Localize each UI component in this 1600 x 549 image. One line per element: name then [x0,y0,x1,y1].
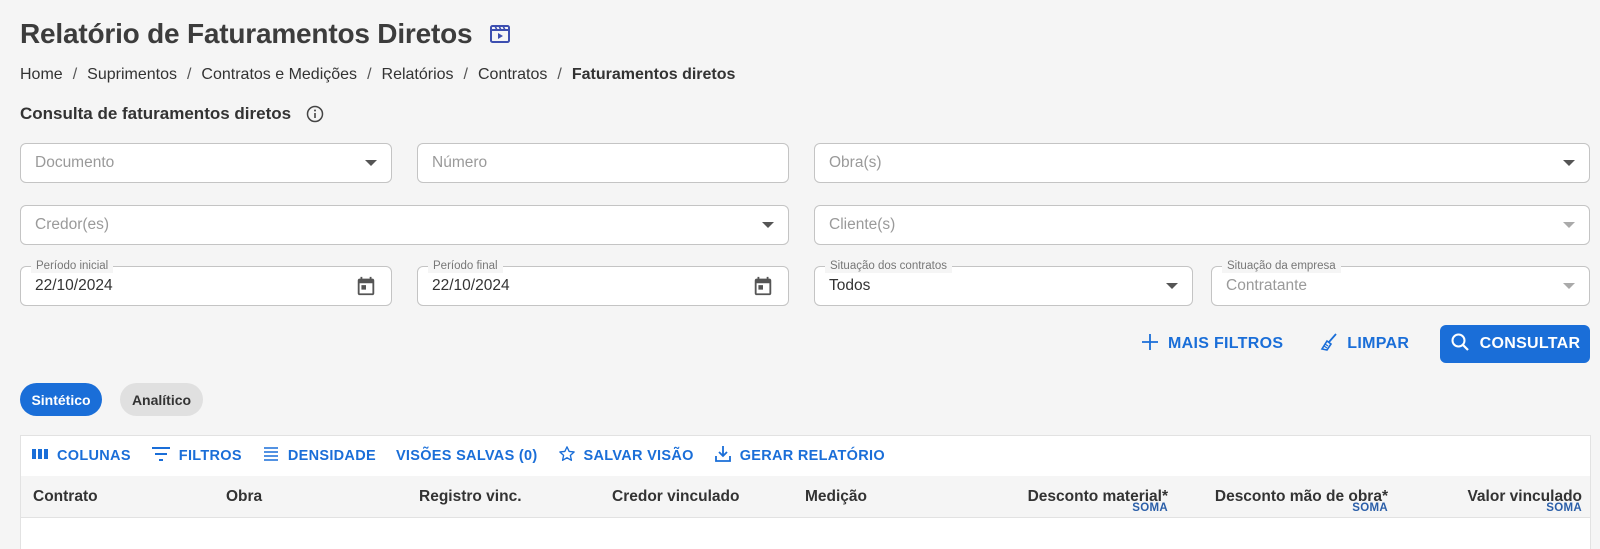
filter-icon [151,445,171,467]
info-icon[interactable] [305,104,325,124]
chevron-down-icon [762,222,774,228]
column-header-obra[interactable]: Obra [226,476,262,518]
credores-placeholder: Credor(es) [35,216,110,233]
periodo-inicial-date[interactable]: Período inicial 22/10/2024 [20,259,392,306]
situacao-contratos-value: Todos [829,277,871,294]
breadcrumb-current: Faturamentos diretos [571,66,736,83]
calendar-icon[interactable] [752,275,774,297]
aggregate-soma-label: SOMA [1352,502,1388,514]
breadcrumb-separator: / [367,66,372,83]
aggregate-soma-label: SOMA [1546,502,1582,514]
column-header-credor-vinculado[interactable]: Credor vinculado [612,476,739,518]
limpar-label: LIMPAR [1347,335,1410,352]
situacao-contratos-select[interactable]: Situação dos contratos Todos [814,259,1193,306]
periodo-final-label: Período final [428,259,503,273]
documento-select[interactable]: Documento [20,143,392,183]
star-icon [558,445,576,467]
tab-sintetico[interactable]: Sintético [20,383,102,416]
breadcrumb-separator: / [72,66,78,83]
breadcrumb-contratos[interactable]: Contratos [478,66,547,84]
periodo-inicial-label: Período inicial [31,259,114,273]
tab-analitico[interactable]: Analítico [120,383,203,416]
situacao-empresa-label: Situação da empresa [1222,259,1341,273]
periodo-final-value: 22/10/2024 [432,277,510,294]
page-header: Relatório de Faturamentos Diretos [20,18,512,50]
limpar-button[interactable]: LIMPAR [1319,332,1409,357]
section-title-text: Consulta de faturamentos diretos [20,104,292,123]
breadcrumb: Home / Suprimentos / Contratos e Mediçõe… [20,66,735,84]
broom-icon [1319,332,1339,357]
table-header: Contrato Obra Registro vinc. Credor vinc… [21,476,1590,518]
column-header-registro-vinc[interactable]: Registro vinc. [419,476,522,518]
obras-select[interactable]: Obra(s) [814,143,1590,183]
mais-filtros-label: MAIS FILTROS [1168,335,1284,352]
colunas-button[interactable]: COLUNAS [31,445,131,467]
breadcrumb-relatorios[interactable]: Relatórios [382,66,454,84]
column-header-desconto-mao-de-obra[interactable]: Desconto mão de obra* SOMA [1171,476,1388,518]
gerar-relatorio-button[interactable]: GERAR RELATÓRIO [714,445,885,467]
breadcrumb-home[interactable]: Home [20,66,63,84]
consultar-label: CONSULTAR [1479,335,1581,352]
densidade-button[interactable]: DENSIDADE [262,445,376,467]
visoes-salvas-button[interactable]: VISÕES SALVAS (0) [396,448,538,464]
periodo-inicial-value: 22/10/2024 [35,277,113,294]
chevron-down-icon [1563,160,1575,166]
periodo-final-date[interactable]: Período final 22/10/2024 [417,259,789,306]
chevron-down-icon [1563,283,1575,289]
credores-select[interactable]: Credor(es) [20,205,789,245]
breadcrumb-contratos-medicoes[interactable]: Contratos e Medições [201,66,357,84]
visoes-salvas-label: VISÕES SALVAS (0) [395,448,538,464]
clientes-select[interactable]: Cliente(s) [814,205,1590,245]
grid-toolbar: COLUNAS FILTROS DENSIDADE VISÕES SALVAS … [21,436,1590,476]
density-icon [262,445,280,467]
video-tutorial-icon[interactable] [488,22,512,46]
page-title: Relatório de Faturamentos Diretos [20,18,473,49]
column-header-valor-vinculado[interactable]: Valor vinculado SOMA [1401,476,1582,518]
search-icon [1450,332,1470,357]
clientes-placeholder: Cliente(s) [829,216,896,233]
aggregate-soma-label: SOMA [1132,502,1168,514]
situacao-empresa-select[interactable]: Situação da empresa Contratante [1211,259,1590,306]
column-header-medicao[interactable]: Medição [805,476,867,518]
mais-filtros-button[interactable]: MAIS FILTROS [1140,332,1283,357]
chevron-down-icon [1166,283,1178,289]
densidade-label: DENSIDADE [287,448,376,464]
plus-icon [1140,332,1160,357]
data-grid: COLUNAS FILTROS DENSIDADE VISÕES SALVAS … [20,435,1591,549]
situacao-empresa-value: Contratante [1226,277,1307,294]
filtros-label: FILTROS [178,448,242,464]
salvar-visao-label: SALVAR VISÃO [583,448,694,464]
consultar-button[interactable]: CONSULTAR [1440,325,1590,363]
obras-placeholder: Obra(s) [829,154,882,171]
numero-input[interactable]: Número [417,143,789,183]
colunas-label: COLUNAS [57,448,131,464]
chevron-down-icon [365,160,377,166]
documento-placeholder: Documento [35,154,115,171]
column-header-contrato[interactable]: Contrato [33,476,98,518]
breadcrumb-suprimentos[interactable]: Suprimentos [87,66,177,84]
gerar-relatorio-label: GERAR RELATÓRIO [739,448,885,464]
filter-actions: MAIS FILTROS LIMPAR [1140,325,1409,363]
column-header-desconto-material[interactable]: Desconto material* SOMA [981,476,1168,518]
chevron-down-icon [1563,222,1575,228]
columns-icon [31,445,49,467]
salvar-visao-button[interactable]: SALVAR VISÃO [558,445,694,467]
filtros-button[interactable]: FILTROS [151,445,242,467]
breadcrumb-separator: / [463,66,468,83]
numero-placeholder: Número [432,154,488,171]
download-icon [714,445,732,467]
calendar-icon[interactable] [355,275,377,297]
situacao-contratos-label: Situação dos contratos [825,259,952,273]
section-title: Consulta de faturamentos diretos [20,104,325,124]
breadcrumb-separator: / [186,66,192,83]
breadcrumb-separator: / [557,66,562,83]
